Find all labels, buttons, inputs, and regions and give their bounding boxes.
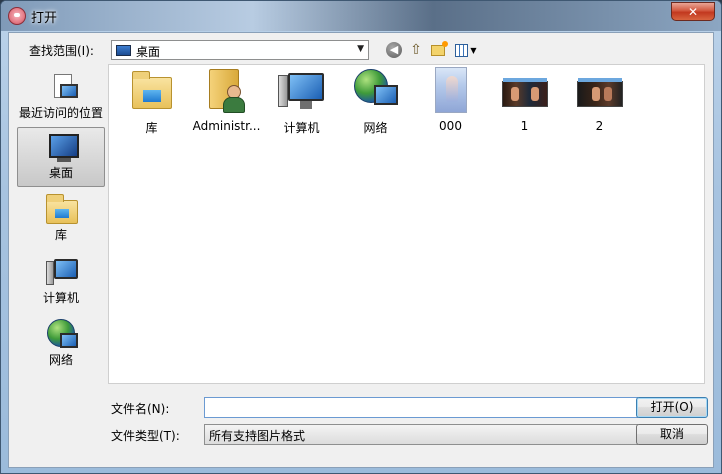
filetype-dropdown[interactable]: 所有支持图片格式 <box>204 424 638 445</box>
filename-field[interactable] <box>204 397 638 418</box>
file-item-label: 库 <box>145 121 158 135</box>
places-item-computer[interactable]: 计算机 <box>17 253 105 313</box>
file-item-library[interactable]: 库 <box>114 67 189 139</box>
places-item-desktop[interactable]: 桌面 <box>17 127 105 187</box>
recent-places-icon <box>46 72 78 102</box>
image-thumbnail-icon <box>576 67 624 115</box>
places-item-recent[interactable]: 最近访问的位置 <box>17 68 105 128</box>
user-folder-icon <box>203 67 251 115</box>
library-folder-icon <box>128 67 176 115</box>
places-item-network[interactable]: 网络 <box>17 315 105 375</box>
file-item-computer[interactable]: 计算机 <box>264 67 339 139</box>
computer-icon <box>277 67 326 115</box>
filename-label: 文件名(N): <box>111 402 170 416</box>
places-item-label: 库 <box>54 228 67 242</box>
up-folder-icon: ⇧ <box>410 42 422 58</box>
computer-icon <box>46 257 78 287</box>
app-icon <box>8 7 26 25</box>
filetype-label: 文件类型(T): <box>111 429 180 443</box>
view-grid-icon <box>455 43 469 57</box>
file-item-label: 计算机 <box>283 121 320 135</box>
open-button[interactable]: 打开(O) <box>636 397 708 418</box>
new-folder-icon <box>431 40 448 56</box>
desktop-icon <box>116 45 131 56</box>
back-button[interactable]: ◀ <box>385 41 403 59</box>
look-in-value: 桌面 <box>136 45 161 59</box>
back-arrow-icon: ◀ <box>386 42 402 58</box>
filetype-value: 所有支持图片格式 <box>209 429 306 443</box>
file-item-label: 网络 <box>363 121 388 135</box>
file-item-1[interactable]: 1 <box>487 67 562 139</box>
close-button[interactable]: ✕ <box>671 2 715 21</box>
file-item-000[interactable]: 000 <box>413 67 488 139</box>
places-bar: 最近访问的位置 桌面 库 计算机 网络 <box>17 68 105 388</box>
places-item-label: 最近访问的位置 <box>18 106 103 120</box>
desktop-icon <box>47 132 79 162</box>
file-item-label: 000 <box>439 119 462 133</box>
library-icon <box>46 194 78 224</box>
window-title: 打开 <box>31 11 58 26</box>
places-item-library[interactable]: 库 <box>17 190 105 250</box>
up-folder-button[interactable]: ⇧ <box>407 41 425 59</box>
new-folder-button[interactable] <box>429 40 448 59</box>
file-item-administrator[interactable]: Administr... <box>189 67 264 139</box>
file-item-label: 2 <box>595 119 604 133</box>
places-item-label: 网络 <box>48 353 73 367</box>
file-item-label: Administr... <box>192 119 261 133</box>
file-list[interactable]: 库 Administr... 计算机 网络 000 1 2 <box>108 64 705 384</box>
look-in-dropdown[interactable]: 桌面 ▼ <box>111 40 369 60</box>
image-thumbnail-icon <box>501 67 549 115</box>
chevron-down-icon: ▼ <box>470 45 477 55</box>
cancel-button[interactable]: 取消 <box>636 424 708 445</box>
title-bar[interactable]: 打开 ✕ <box>1 1 721 31</box>
chevron-down-icon: ▼ <box>357 44 364 54</box>
file-item-network[interactable]: 网络 <box>338 67 413 139</box>
dialog-body: 查找范围(I): 桌面 ▼ ◀ ⇧ ▼ 最近访问的位置 桌面 库 计算机 网络 … <box>8 32 714 468</box>
places-item-label: 桌面 <box>48 166 73 180</box>
network-icon <box>46 319 78 349</box>
open-dialog: 打开 ✕ 查找范围(I): 桌面 ▼ ◀ ⇧ ▼ 最近访问的位置 桌面 库 计算… <box>0 0 722 474</box>
look-in-label: 查找范围(I): <box>29 44 94 58</box>
view-menu-button[interactable]: ▼ <box>453 41 479 59</box>
file-item-label: 1 <box>520 119 529 133</box>
network-icon <box>352 67 400 115</box>
file-item-2[interactable]: 2 <box>562 67 637 139</box>
image-thumbnail-icon <box>427 67 475 115</box>
places-item-label: 计算机 <box>42 291 79 305</box>
